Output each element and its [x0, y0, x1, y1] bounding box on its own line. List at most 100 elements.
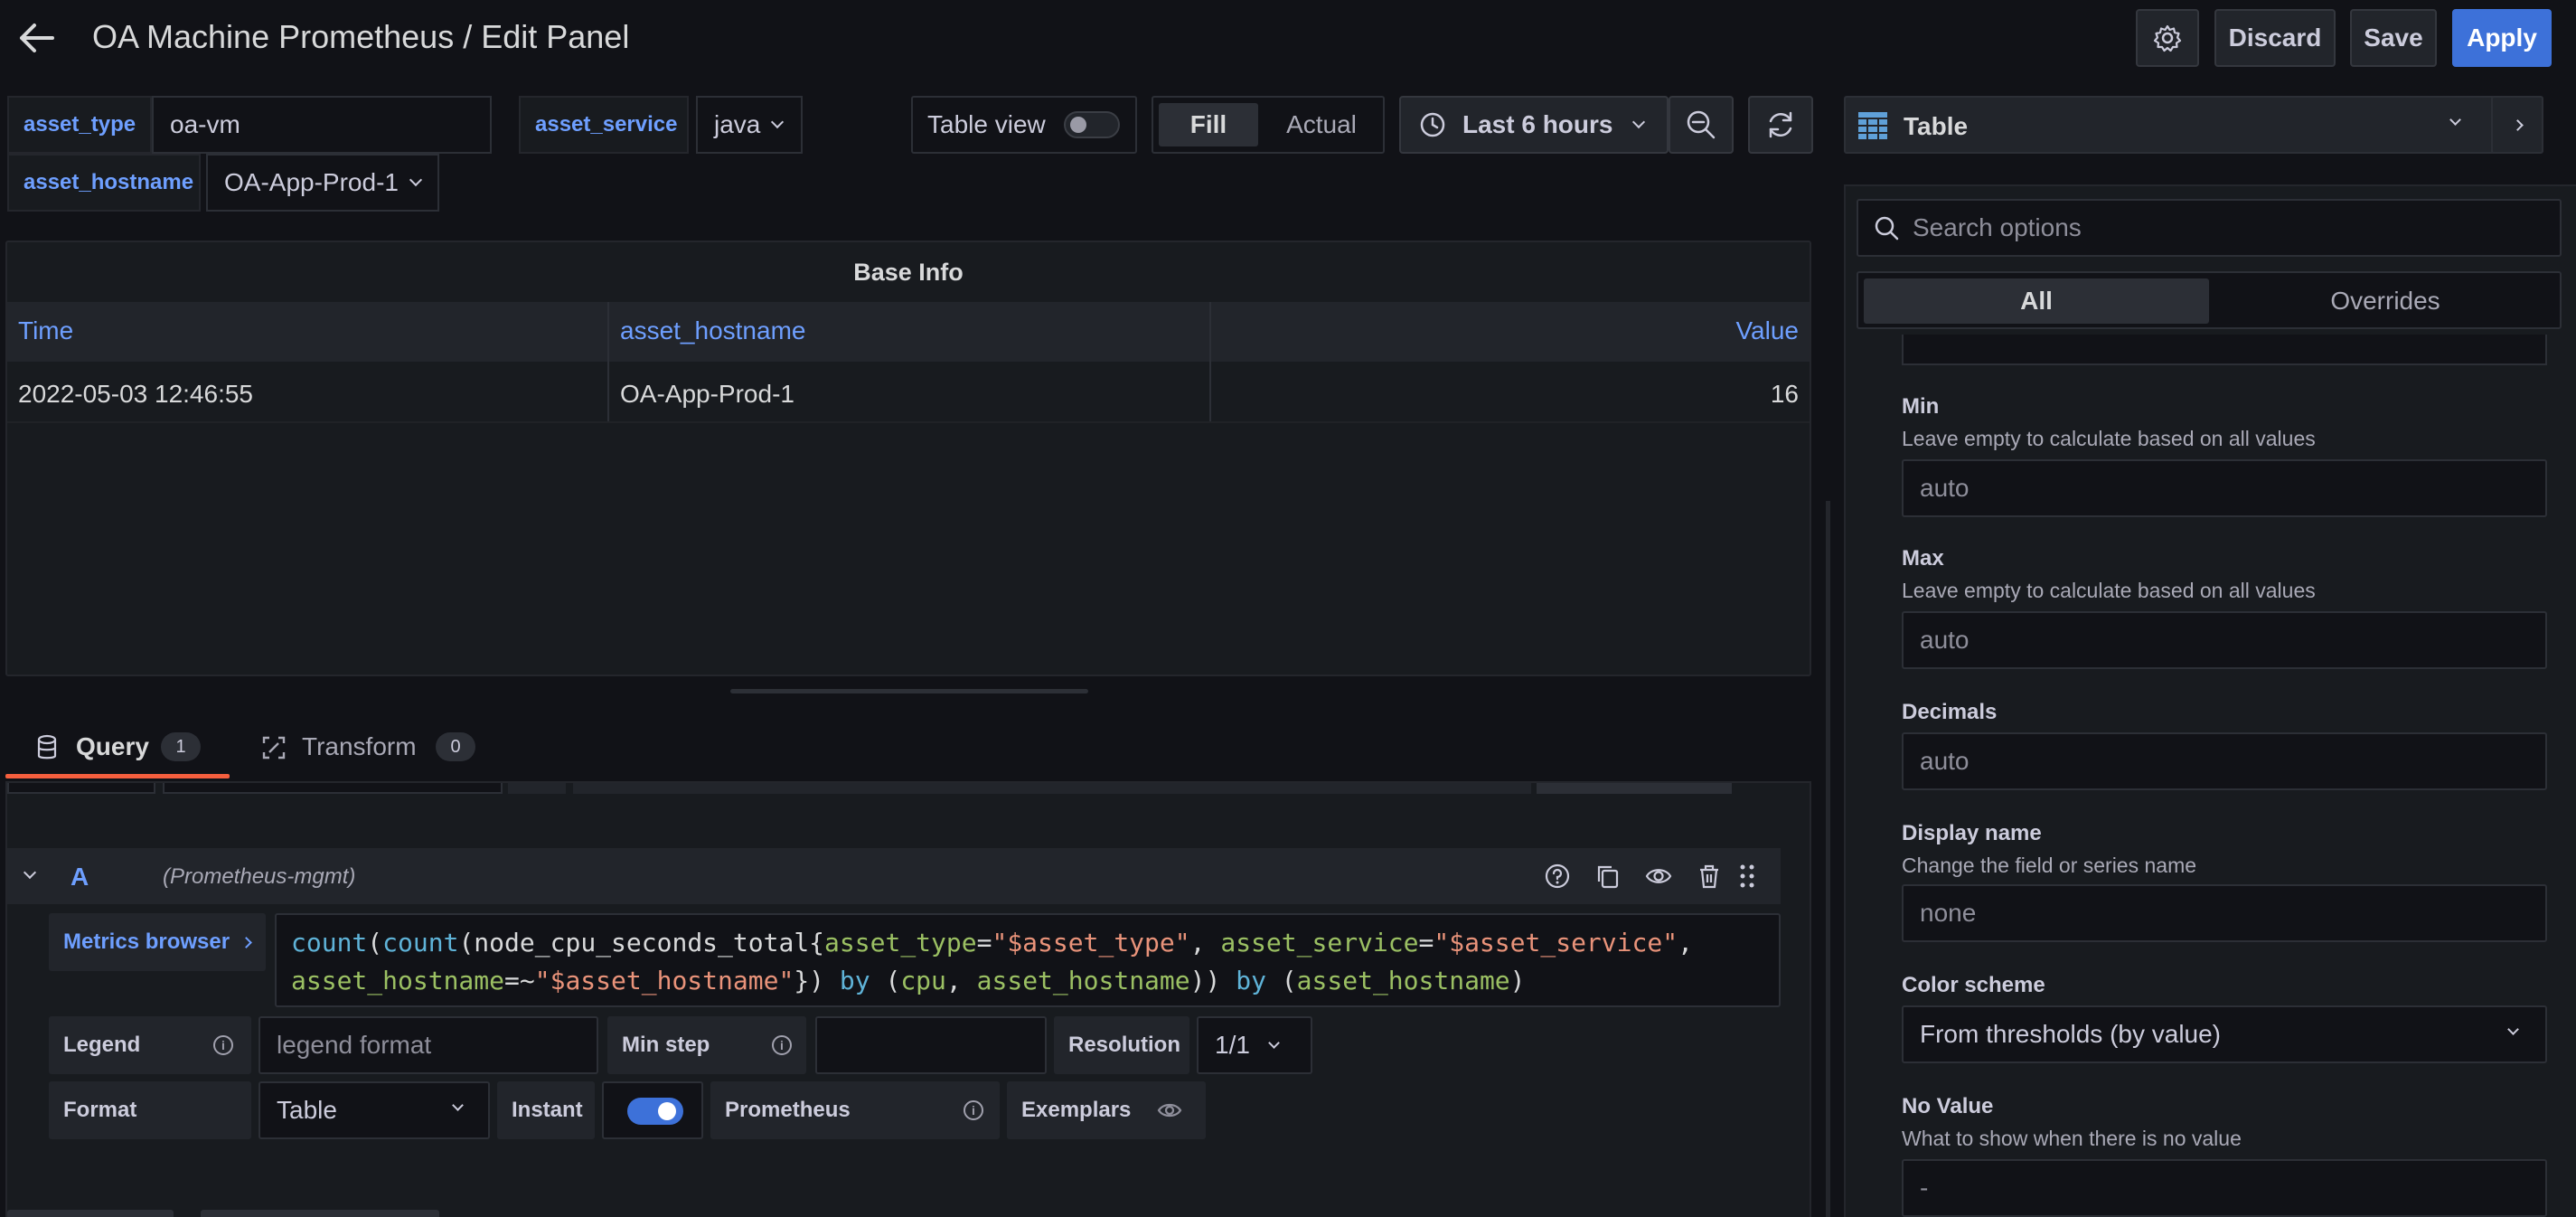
- expr-token: by: [1236, 966, 1266, 995]
- tab-query[interactable]: Query 1: [5, 718, 230, 779]
- color-scheme-title: Color scheme: [1902, 973, 2045, 997]
- max-input[interactable]: auto: [1902, 611, 2547, 669]
- instant-switch[interactable]: [627, 1098, 683, 1125]
- visualization-name: Table: [1904, 112, 1969, 140]
- collapse-chevron-icon[interactable]: [23, 865, 37, 880]
- info-icon: i: [772, 1035, 792, 1055]
- no-value-input[interactable]: -: [1902, 1159, 2547, 1217]
- cell-asset-hostname: OA-App-Prod-1: [620, 380, 794, 408]
- color-scheme-select[interactable]: From thresholds (by value): [1902, 1005, 2547, 1063]
- resolution-select[interactable]: 1/1: [1197, 1016, 1312, 1074]
- duplicate-icon[interactable]: [1594, 863, 1622, 890]
- expr-token: )): [1189, 966, 1236, 995]
- column-header-time[interactable]: Time: [18, 316, 73, 345]
- legend-input[interactable]: legend format: [259, 1016, 598, 1074]
- trash-icon[interactable]: [1696, 863, 1723, 890]
- cell-time: 2022-05-03 12:46:55: [18, 380, 253, 408]
- save-button[interactable]: Save: [2350, 9, 2437, 67]
- min-title: Min: [1902, 394, 1940, 419]
- column-header-value[interactable]: Value: [1735, 316, 1799, 345]
- time-range-label: Last 6 hours: [1462, 110, 1613, 138]
- display-name-input[interactable]: none: [1902, 884, 2547, 942]
- tab-active-underline: [5, 774, 230, 778]
- fill-button[interactable]: Fill: [1159, 103, 1258, 146]
- format-select[interactable]: Table: [259, 1081, 490, 1139]
- chevron-down-icon: [2507, 1024, 2519, 1035]
- refresh-button[interactable]: [1748, 96, 1813, 154]
- query-ref-id[interactable]: A: [71, 863, 89, 892]
- table-view-switch[interactable]: [1063, 111, 1120, 138]
- var-label-asset-hostname: asset_hostname: [7, 154, 201, 212]
- decimals-title: Decimals: [1902, 700, 1998, 724]
- settings-button[interactable]: [2136, 9, 2199, 67]
- metrics-browser-label: Metrics browser: [63, 929, 230, 954]
- page-title: OA Machine Prometheus / Edit Panel: [92, 18, 630, 55]
- info-icon: i: [964, 1100, 983, 1120]
- resolution-value: 1/1: [1215, 1031, 1250, 1059]
- clock-icon: [1420, 112, 1445, 137]
- min-description: Leave empty to calculate based on all va…: [1902, 427, 2316, 450]
- expr-token: "$asset_hostname": [534, 966, 794, 995]
- table-view-toggle-group[interactable]: Table view: [911, 96, 1137, 154]
- collapse-options-button[interactable]: [2491, 96, 2543, 154]
- var-select-asset-hostname-value: OA-App-Prod-1: [224, 168, 399, 196]
- min-step-input[interactable]: [815, 1016, 1047, 1074]
- discard-button[interactable]: Discard: [2214, 9, 2336, 67]
- expr-token: =~: [504, 966, 535, 995]
- min-input[interactable]: auto: [1902, 459, 2547, 517]
- query-row-header[interactable]: A (Prometheus-mgmt): [7, 848, 1781, 904]
- search-options-input[interactable]: Search options: [1857, 199, 2562, 257]
- format-label: Format: [49, 1081, 251, 1139]
- tab-all[interactable]: All: [1864, 278, 2209, 324]
- metrics-browser-button[interactable]: Metrics browser: [49, 913, 266, 971]
- eye-icon[interactable]: [1157, 1099, 1182, 1122]
- expr-token: count: [382, 928, 459, 958]
- pane-divider[interactable]: [1826, 501, 1830, 1217]
- options-tabs: All Overrides: [1857, 271, 2562, 329]
- expr-token: asset_hostname: [1296, 966, 1510, 995]
- expr-token: asset_type: [824, 928, 977, 958]
- help-icon[interactable]: [1544, 863, 1571, 890]
- table-header-row: Time asset_hostname Value: [7, 302, 1810, 423]
- expr-line-2: asset_hostname=~"$asset_hostname"}) by (…: [291, 962, 1764, 1000]
- var-select-asset-service[interactable]: java: [696, 96, 803, 154]
- panel-title: Base Info: [853, 259, 964, 286]
- time-picker[interactable]: Last 6 hours: [1399, 96, 1669, 154]
- tab-overrides[interactable]: Overrides: [2213, 278, 2558, 324]
- zoom-out-button[interactable]: [1669, 96, 1734, 154]
- display-name-description: Change the field or series name: [1902, 854, 2197, 877]
- apply-button[interactable]: Apply: [2452, 9, 2552, 67]
- pane-resize-handle[interactable]: [730, 689, 1088, 693]
- query-expression-editor[interactable]: count(count(node_cpu_seconds_total{asset…: [275, 913, 1781, 1007]
- column-header-asset-hostname[interactable]: asset_hostname: [620, 316, 805, 345]
- tab-query-label: Query: [76, 732, 149, 760]
- fill-actual-group: Fill Actual: [1152, 96, 1385, 154]
- format-value: Table: [277, 1096, 337, 1124]
- max-title: Max: [1902, 546, 1944, 571]
- table-icon: [1858, 112, 1887, 139]
- visualization-picker[interactable]: Table: [1844, 96, 2504, 154]
- drag-handle-icon[interactable]: [1737, 863, 1757, 890]
- actual-button[interactable]: Actual: [1264, 103, 1379, 146]
- expr-token: (: [870, 966, 901, 995]
- var-select-asset-hostname[interactable]: OA-App-Prod-1: [206, 154, 439, 212]
- decimals-input[interactable]: auto: [1902, 732, 2547, 790]
- transform-icon: [262, 736, 286, 759]
- expr-token: "$asset_service": [1434, 928, 1678, 958]
- color-scheme-value: From thresholds (by value): [1920, 1020, 2222, 1048]
- expr-token: ,: [1678, 928, 1693, 958]
- search-options-placeholder: Search options: [1913, 213, 2082, 241]
- zoom-out-icon: [1687, 110, 1716, 139]
- chevron-down-icon: [2449, 114, 2461, 126]
- expr-token: =: [1418, 928, 1434, 958]
- gear-icon: [2153, 24, 2182, 52]
- expr-token: count: [291, 928, 368, 958]
- var-input-asset-type[interactable]: oa-vm: [152, 96, 492, 154]
- expr-token: =: [976, 928, 992, 958]
- back-arrow-icon[interactable]: [16, 18, 56, 58]
- expr-token: asset_hostname: [976, 966, 1190, 995]
- info-icon: i: [213, 1035, 233, 1055]
- tab-transform[interactable]: Transform 0: [257, 718, 492, 779]
- cell-value: 16: [1770, 380, 1799, 408]
- eye-icon[interactable]: [1645, 863, 1672, 890]
